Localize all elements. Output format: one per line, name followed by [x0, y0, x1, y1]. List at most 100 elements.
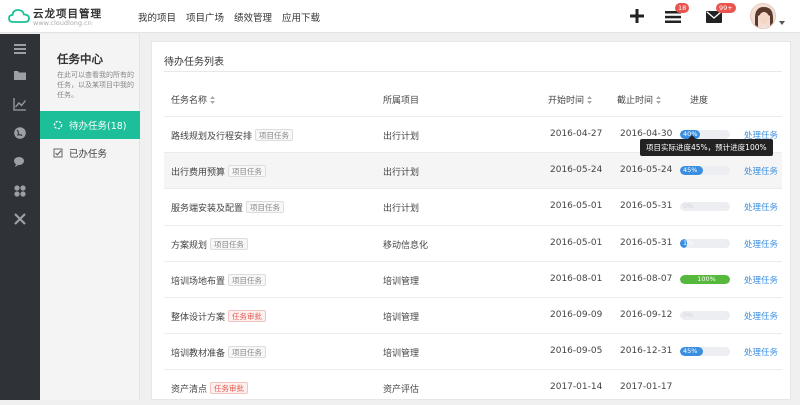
- nav-my-projects[interactable]: 我的项目: [138, 10, 176, 24]
- task-project: 出行计划: [383, 132, 420, 142]
- sidebar-item-done[interactable]: 已办任务: [40, 139, 140, 167]
- process-task-link[interactable]: 处理任务: [744, 274, 778, 286]
- column-label: 任务名称: [171, 96, 208, 106]
- task-name[interactable]: 培训教材准备 项目任务: [171, 346, 267, 360]
- task-name-text: 出行费用预算: [171, 168, 226, 179]
- user-avatar[interactable]: [750, 3, 776, 29]
- table-row[interactable]: 整体设计方案 任务审批 培训管理 2016-09-09 2016-09-12 0% 处理任务: [164, 297, 782, 333]
- top-bar: 云龙项目管理 www.cloudlong.cn 我的项目 项目广场 绩效管理 应…: [0, 0, 800, 33]
- task-name[interactable]: 方案规划 项目任务: [171, 237, 249, 251]
- apps-icon[interactable]: [13, 184, 27, 198]
- checkbox-icon: [53, 148, 63, 158]
- mail-button[interactable]: 99+: [706, 3, 736, 24]
- cloud-logo-icon: [8, 9, 30, 23]
- add-button[interactable]: [628, 8, 646, 24]
- app-subtitle: www.cloudlong.cn: [33, 19, 92, 27]
- task-start-date: 2016-05-01: [550, 201, 603, 212]
- task-end-date: 2016-05-31: [620, 237, 673, 248]
- task-type-tag: 项目任务: [210, 237, 249, 250]
- task-name[interactable]: 服务端安装及配置 项目任务: [171, 201, 285, 215]
- icon-rail: [0, 34, 40, 400]
- progress-bar[interactable]: 1%: [680, 238, 730, 248]
- progress-bar[interactable]: 100%: [680, 274, 730, 284]
- column-label: 开始时间: [548, 96, 585, 106]
- nav-project-square[interactable]: 项目广场: [186, 10, 224, 24]
- sidebar-item-label: 已办任务: [69, 149, 108, 160]
- task-name-text: 路线规划及行程安排: [171, 132, 253, 142]
- progress-fill: 45%: [680, 166, 703, 176]
- table-row[interactable]: 出行费用预算 项目任务 出行计划 2016-05-24 2016-05-24 45% 处理任…: [164, 152, 782, 189]
- task-start-date: 2016-08-01: [550, 273, 603, 284]
- table-row[interactable]: 方案规划 项目任务 移动信息化 2016-05-01 2016-05-31 1% 处理任务: [164, 224, 782, 261]
- main-nav: 我的项目 项目广场 绩效管理 应用下载: [138, 10, 320, 24]
- column-header-project: 所属项目: [383, 96, 420, 106]
- task-type-tag: 项目任务: [228, 273, 267, 286]
- progress-bar[interactable]: 0%: [680, 311, 730, 320]
- progress-fill: 45%: [680, 347, 703, 357]
- progress-bar[interactable]: 0%: [680, 202, 730, 212]
- progress-label: 0%: [683, 311, 694, 319]
- progress-bar[interactable]: 45%: [680, 347, 730, 357]
- dashboard-icon[interactable]: [13, 42, 27, 56]
- task-end-date: 2016-04-30: [620, 129, 673, 139]
- task-type-tag: 项目任务: [246, 201, 285, 214]
- task-project: 出行计划: [383, 168, 420, 179]
- task-end-date: 2016-12-31: [620, 346, 673, 357]
- task-start-date: 2016-04-27: [550, 129, 603, 139]
- progress-label: 0%: [683, 202, 694, 211]
- sidebar-item-label: 待办任务(18): [69, 121, 127, 132]
- sidebar-title: 任务中心: [57, 52, 103, 66]
- process-task-link[interactable]: 处理任务: [744, 165, 778, 177]
- spinner-icon: [53, 120, 63, 130]
- mail-badge: 99+: [716, 3, 736, 13]
- panel-title: 待办任务列表: [164, 57, 224, 68]
- task-name-text: 服务端安装及配置: [171, 204, 244, 215]
- table-row[interactable]: 培训教材准备 项目任务 培训管理 2016-09-05 2016-12-31 45% 处理任…: [164, 333, 782, 369]
- task-project: 移动信息化: [383, 240, 429, 251]
- column-header-task-name[interactable]: 任务名称: [171, 93, 216, 106]
- nav-performance[interactable]: 绩效管理: [234, 10, 272, 24]
- nav-app-download[interactable]: 应用下载: [282, 10, 320, 24]
- process-task-link[interactable]: 处理任务: [744, 310, 778, 322]
- avatar-image: [751, 4, 775, 28]
- line-chart-icon[interactable]: [13, 97, 27, 111]
- task-end-date: 2016-08-07: [620, 273, 673, 284]
- tasks-badge: 18: [675, 3, 690, 13]
- close-box-icon[interactable]: [13, 212, 27, 226]
- column-label: 截止时间: [617, 96, 654, 106]
- app-logo[interactable]: 云龙项目管理 www.cloudlong.cn: [8, 5, 128, 29]
- sort-icon: [210, 96, 216, 104]
- task-type-tag: 项目任务: [228, 346, 267, 359]
- chat-icon[interactable]: [13, 155, 27, 169]
- table-row[interactable]: 服务端安装及配置 项目任务 出行计划 2016-05-01 2016-05-31 0% 处理…: [164, 188, 782, 224]
- task-name-text: 培训场地布置: [171, 276, 226, 287]
- table-row[interactable]: 培训场地布置 项目任务 培训管理 2016-08-01 2016-08-07 100% 处理…: [164, 260, 782, 297]
- task-start-date: 2017-01-14: [550, 382, 603, 393]
- process-task-link[interactable]: 处理任务: [744, 346, 778, 358]
- task-name-text: 培训教材准备: [171, 349, 226, 360]
- task-name[interactable]: 出行费用预算 项目任务: [171, 165, 267, 179]
- task-start-date: 2016-09-09: [550, 310, 603, 320]
- sort-icon: [656, 96, 662, 104]
- task-name[interactable]: 资产清点 任务审批: [171, 382, 249, 395]
- task-name[interactable]: 路线规划及行程安排 项目任务: [171, 129, 294, 142]
- column-header-end[interactable]: 截止时间: [617, 93, 662, 106]
- task-type-tag: 项目任务: [228, 165, 267, 178]
- progress-fill: 100%: [680, 274, 730, 284]
- task-name[interactable]: 整体设计方案 任务审批: [171, 310, 267, 323]
- folder-icon[interactable]: [13, 68, 27, 82]
- column-header-progress: 进度: [690, 96, 709, 106]
- globe-icon[interactable]: [13, 126, 27, 140]
- progress-bar[interactable]: 45%: [680, 166, 730, 176]
- task-name[interactable]: 培训场地布置 项目任务: [171, 273, 267, 287]
- process-task-link[interactable]: 处理任务: [744, 201, 778, 213]
- task-type-tag: 项目任务: [255, 129, 294, 141]
- task-project: 培训管理: [383, 276, 420, 287]
- task-end-date: 2016-09-12: [620, 310, 673, 320]
- tasks-button[interactable]: 18: [665, 3, 690, 24]
- task-end-date: 2016-05-31: [620, 201, 673, 212]
- user-menu-caret-icon[interactable]: [779, 21, 785, 25]
- column-header-start[interactable]: 开始时间: [548, 93, 593, 106]
- process-task-link[interactable]: 处理任务: [744, 238, 778, 250]
- sidebar-item-todo[interactable]: 待办任务(18): [40, 111, 140, 139]
